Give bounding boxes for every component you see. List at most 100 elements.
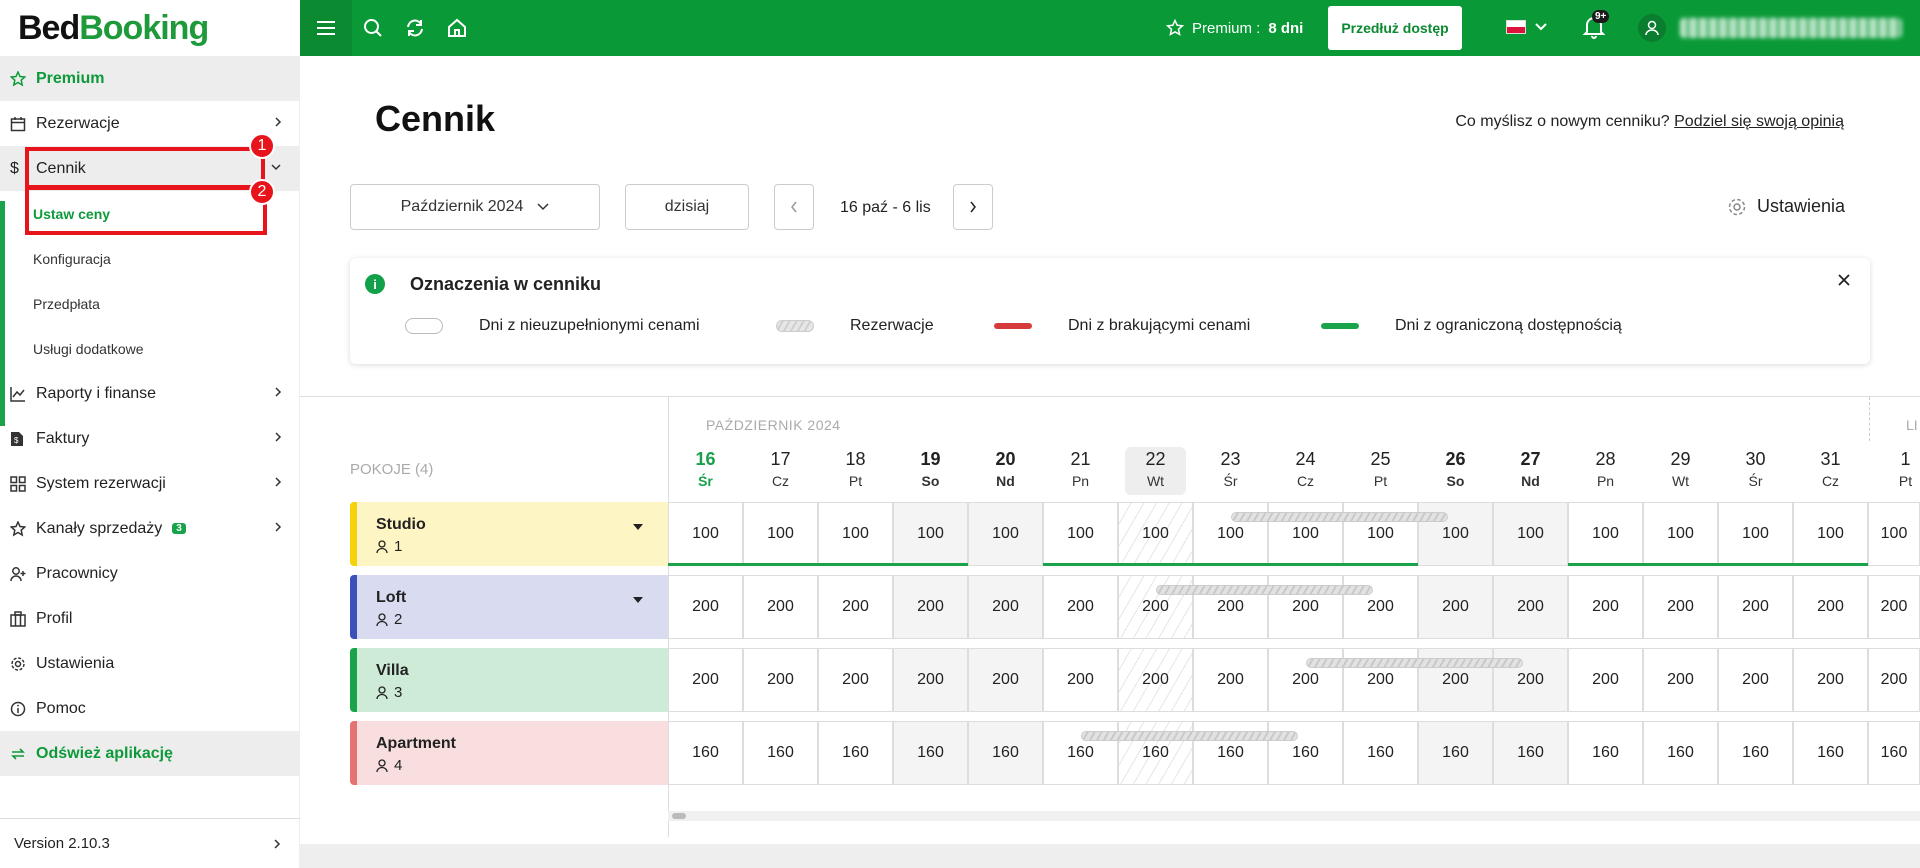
caret-down-icon[interactable] bbox=[632, 522, 644, 532]
day-header[interactable]: 21 Pn bbox=[1043, 449, 1118, 489]
price-cell[interactable]: 160 bbox=[1718, 721, 1793, 785]
reservation-bar[interactable] bbox=[1230, 512, 1448, 522]
price-cell[interactable]: 200 bbox=[1493, 575, 1568, 639]
sidebar-item-faktury[interactable]: $ Faktury bbox=[0, 416, 299, 461]
hamburger-menu-icon[interactable] bbox=[300, 0, 352, 56]
price-cell[interactable]: 200 bbox=[1868, 648, 1920, 712]
version-row[interactable]: Version 2.10.3 bbox=[0, 818, 300, 868]
price-cell[interactable]: 100 bbox=[1043, 502, 1118, 566]
day-header[interactable]: 29 Wt bbox=[1643, 449, 1718, 489]
price-cell[interactable]: 100 bbox=[968, 502, 1043, 566]
reservation-bar[interactable] bbox=[1305, 658, 1523, 668]
app-logo[interactable]: Bed Booking bbox=[0, 0, 300, 56]
price-cell[interactable]: 160 bbox=[1493, 721, 1568, 785]
price-cell[interactable]: 100 bbox=[1868, 502, 1920, 566]
day-header[interactable]: 19 So bbox=[893, 449, 968, 489]
day-header[interactable]: 22 Wt bbox=[1125, 447, 1186, 495]
price-cell[interactable]: 100 bbox=[1568, 502, 1643, 566]
caret-down-icon[interactable] bbox=[632, 595, 644, 605]
price-cell[interactable]: 160 bbox=[1868, 721, 1920, 785]
room-row-apartment[interactable]: Apartment 4 bbox=[350, 721, 668, 785]
price-cell[interactable]: 200 bbox=[1418, 575, 1493, 639]
price-cell[interactable]: 100 bbox=[1793, 502, 1868, 566]
sidebar-subitem-przedplata[interactable]: Przedpłata bbox=[0, 281, 299, 326]
user-name-blurred[interactable] bbox=[1680, 18, 1902, 38]
price-cell[interactable]: 100 bbox=[668, 502, 743, 566]
chevron-down-icon[interactable] bbox=[1534, 16, 1548, 36]
extend-access-button[interactable]: Przedłuż dostęp bbox=[1328, 6, 1462, 50]
price-cell[interactable]: 100 bbox=[1118, 502, 1193, 566]
sidebar-item-refresh-app[interactable]: Odśwież aplikację bbox=[0, 731, 299, 776]
user-avatar[interactable] bbox=[1638, 14, 1666, 42]
day-header[interactable]: 24 Cz bbox=[1268, 449, 1343, 489]
sidebar-item-ustawienia[interactable]: Ustawienia bbox=[0, 641, 299, 686]
polish-flag-icon[interactable] bbox=[1506, 20, 1526, 34]
price-cell[interactable]: 200 bbox=[1193, 648, 1268, 712]
feedback-link[interactable]: Podziel się swoją opinią bbox=[1674, 113, 1844, 130]
price-cell[interactable]: 200 bbox=[818, 575, 893, 639]
day-header[interactable]: 25 Pt bbox=[1343, 449, 1418, 489]
price-cell[interactable]: 200 bbox=[743, 648, 818, 712]
sidebar-item-pracownicy[interactable]: Pracownicy bbox=[0, 551, 299, 596]
room-row-villa[interactable]: Villa 3 bbox=[350, 648, 668, 712]
price-cell[interactable]: 200 bbox=[1043, 575, 1118, 639]
price-cell[interactable]: 200 bbox=[968, 575, 1043, 639]
room-row-studio[interactable]: Studio 1 bbox=[350, 502, 668, 566]
month-select[interactable]: Październik 2024 bbox=[350, 184, 600, 230]
day-header[interactable]: 20 Nd bbox=[968, 449, 1043, 489]
price-cell[interactable]: 160 bbox=[968, 721, 1043, 785]
day-header[interactable]: 28 Pn bbox=[1568, 449, 1643, 489]
price-cell[interactable]: 200 bbox=[1568, 575, 1643, 639]
price-cell[interactable]: 200 bbox=[668, 648, 743, 712]
price-cell[interactable]: 200 bbox=[1793, 648, 1868, 712]
day-header[interactable]: 16 Śr bbox=[668, 449, 743, 489]
sidebar-item-premium[interactable]: Premium bbox=[0, 56, 299, 101]
sidebar-item-raporty[interactable]: Raporty i finanse bbox=[0, 371, 299, 416]
sidebar-subitem-uslugi-dodatkowe[interactable]: Usługi dodatkowe bbox=[0, 326, 299, 371]
today-button[interactable]: dzisiaj bbox=[625, 184, 749, 230]
price-cell[interactable]: 160 bbox=[818, 721, 893, 785]
sidebar-subitem-konfiguracja[interactable]: Konfiguracja bbox=[0, 236, 299, 281]
price-cell[interactable]: 160 bbox=[893, 721, 968, 785]
day-header[interactable]: 17 Cz bbox=[743, 449, 818, 489]
day-header[interactable]: 31 Cz bbox=[1793, 449, 1868, 489]
day-header[interactable]: 1 Pt bbox=[1868, 449, 1920, 489]
price-cell[interactable]: 200 bbox=[968, 648, 1043, 712]
sync-icon[interactable] bbox=[394, 0, 436, 56]
price-cell[interactable]: 200 bbox=[1718, 648, 1793, 712]
price-cell[interactable]: 100 bbox=[1643, 502, 1718, 566]
price-cell[interactable]: 200 bbox=[668, 575, 743, 639]
day-header[interactable]: 26 So bbox=[1418, 449, 1493, 489]
scrollbar-thumb[interactable] bbox=[672, 813, 686, 819]
price-cell[interactable]: 200 bbox=[1043, 648, 1118, 712]
price-cell[interactable]: 200 bbox=[893, 648, 968, 712]
sidebar-item-profil[interactable]: Profil bbox=[0, 596, 299, 641]
sidebar-item-pomoc[interactable]: Pomoc bbox=[0, 686, 299, 731]
horizontal-scrollbar[interactable] bbox=[668, 811, 1920, 821]
price-cell[interactable]: 160 bbox=[743, 721, 818, 785]
reservation-bar[interactable] bbox=[1080, 731, 1298, 741]
price-cell[interactable]: 100 bbox=[743, 502, 818, 566]
price-cell[interactable]: 200 bbox=[1643, 575, 1718, 639]
day-header[interactable]: 27 Nd bbox=[1493, 449, 1568, 489]
prev-range-button[interactable] bbox=[774, 184, 814, 230]
price-cell[interactable]: 160 bbox=[1793, 721, 1868, 785]
price-cell[interactable]: 200 bbox=[1868, 575, 1920, 639]
price-cell[interactable]: 100 bbox=[818, 502, 893, 566]
sidebar-item-kanaly-sprzedazy[interactable]: Kanały sprzedaży 3 bbox=[0, 506, 299, 551]
price-cell[interactable]: 160 bbox=[1343, 721, 1418, 785]
price-cell[interactable]: 100 bbox=[1718, 502, 1793, 566]
next-range-button[interactable] bbox=[953, 184, 993, 230]
day-header[interactable]: 18 Pt bbox=[818, 449, 893, 489]
price-cell[interactable]: 160 bbox=[668, 721, 743, 785]
price-cell[interactable]: 200 bbox=[893, 575, 968, 639]
price-cell[interactable]: 160 bbox=[1418, 721, 1493, 785]
price-cell[interactable]: 200 bbox=[1793, 575, 1868, 639]
room-row-loft[interactable]: Loft 2 bbox=[350, 575, 668, 639]
close-icon[interactable] bbox=[1836, 272, 1852, 288]
price-cell[interactable]: 200 bbox=[1718, 575, 1793, 639]
search-icon[interactable] bbox=[352, 0, 394, 56]
price-cell[interactable]: 160 bbox=[1568, 721, 1643, 785]
price-cell[interactable]: 200 bbox=[1118, 648, 1193, 712]
price-cell[interactable]: 100 bbox=[1493, 502, 1568, 566]
